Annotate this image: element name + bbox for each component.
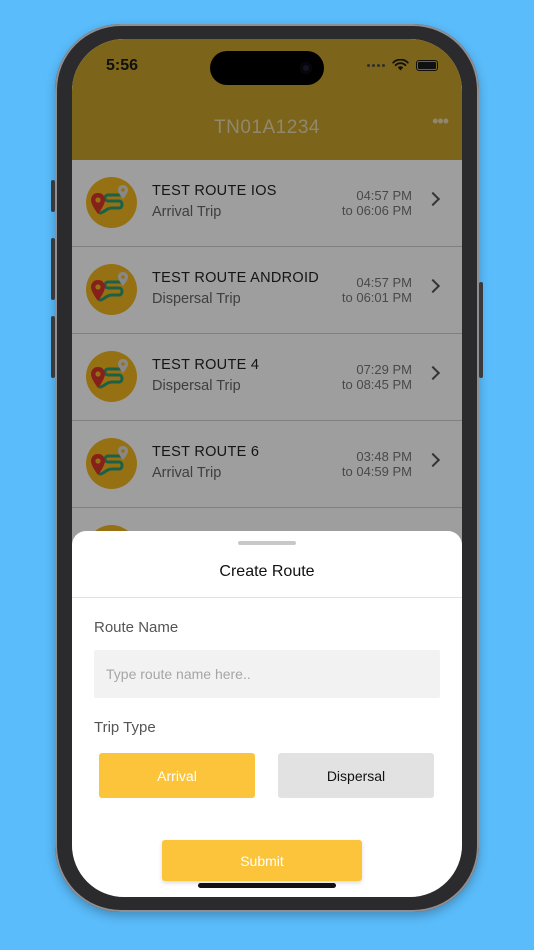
sheet-title: Create Route	[219, 563, 315, 580]
arrival-button[interactable]: Arrival	[99, 753, 255, 798]
home-indicator	[198, 883, 336, 888]
create-route-sheet: Create Route Route Name Trip Type Arriva…	[72, 531, 462, 897]
sheet-grabber[interactable]	[238, 541, 296, 545]
action-button	[51, 180, 55, 212]
dispersal-button[interactable]: Dispersal	[278, 753, 434, 798]
volume-down-button	[51, 316, 55, 378]
submit-button[interactable]: Submit	[162, 840, 362, 881]
phone-screen: 5:56 TN01A1234 ••• TEST ROUTE IOS Arriva…	[72, 39, 462, 897]
route-name-input[interactable]	[94, 650, 440, 698]
volume-up-button	[51, 238, 55, 300]
trip-type-label: Trip Type	[94, 719, 156, 736]
divider	[72, 597, 462, 598]
power-button	[479, 282, 483, 378]
route-name-label: Route Name	[94, 619, 179, 636]
